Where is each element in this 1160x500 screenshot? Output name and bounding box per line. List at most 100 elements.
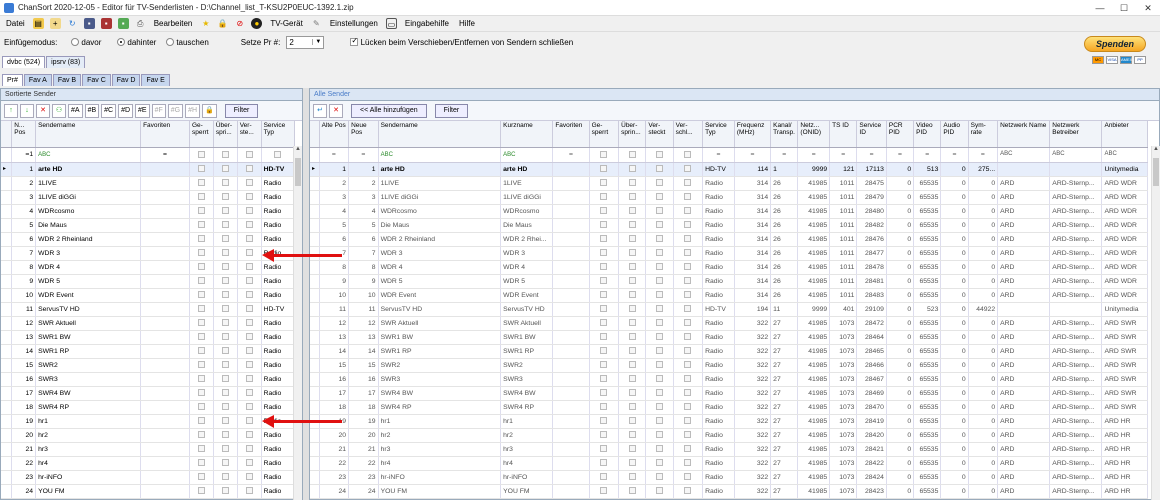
checkbox-cell[interactable] bbox=[213, 302, 238, 317]
radio-after[interactable]: dahinter bbox=[117, 38, 156, 47]
print-icon[interactable]: ⎙ bbox=[135, 18, 146, 29]
checkbox-cell[interactable] bbox=[213, 414, 238, 429]
checkbox-cell[interactable] bbox=[189, 162, 214, 177]
checkbox-cell[interactable] bbox=[645, 344, 674, 359]
checkbox-cell[interactable] bbox=[213, 162, 238, 177]
checkbox-cell[interactable] bbox=[673, 344, 704, 359]
col-hidden[interactable]: Ver- ste... bbox=[237, 121, 262, 148]
monitor-icon[interactable]: ▭ bbox=[385, 18, 397, 29]
table-row[interactable]: 5 Die Maus Radio bbox=[1, 218, 296, 233]
checkbox-cell[interactable] bbox=[673, 274, 704, 289]
checkbox-cell[interactable] bbox=[213, 470, 238, 485]
checkbox-cell[interactable] bbox=[213, 260, 238, 275]
checkbox-cell[interactable] bbox=[673, 218, 704, 233]
fav-e-button[interactable]: #E bbox=[135, 103, 150, 118]
checkbox-cell[interactable] bbox=[189, 176, 214, 191]
checkbox-cell[interactable] bbox=[189, 232, 214, 247]
checkbox-cell[interactable] bbox=[618, 260, 647, 275]
checkbox-cell[interactable] bbox=[618, 358, 647, 373]
checkbox-cell[interactable] bbox=[645, 372, 674, 387]
donate-button[interactable]: Spenden bbox=[1084, 36, 1146, 52]
col-17[interactable]: Audio PID bbox=[940, 121, 969, 148]
right-scrollbar[interactable]: ▲ bbox=[1151, 146, 1160, 500]
col-2[interactable]: Sendername bbox=[378, 121, 502, 148]
table-row[interactable]: 11 ServusTV HD HD-TV bbox=[1, 302, 296, 317]
checkbox-cell[interactable] bbox=[589, 400, 620, 415]
col-new-pos[interactable]: N... Pos bbox=[11, 121, 37, 148]
table-row[interactable]: 18 SWR4 RP Radio bbox=[1, 400, 296, 415]
table-row[interactable]: 19 19 hr1 hr1 Radio 322 27 41985 1073 28419 0 65535… bbox=[310, 414, 1148, 429]
table-row[interactable]: 17 17 SWR4 BW SWR4 BW Radio 322 27 41985 1073 284… bbox=[310, 386, 1148, 401]
checkbox-cell[interactable] bbox=[645, 190, 674, 205]
col-13[interactable]: TS ID bbox=[829, 121, 858, 148]
checkbox-cell[interactable] bbox=[213, 372, 238, 387]
checkbox-cell[interactable] bbox=[618, 400, 647, 415]
checkbox-cell[interactable] bbox=[237, 414, 262, 429]
checkbox-cell[interactable] bbox=[589, 358, 620, 373]
checkbox-cell[interactable] bbox=[618, 316, 647, 331]
menu-input-help[interactable]: Eingabehilfe bbox=[403, 19, 451, 28]
checkbox-cell[interactable] bbox=[673, 246, 704, 261]
col-0[interactable]: Alte Pos bbox=[319, 121, 350, 148]
table-row[interactable]: 13 13 SWR1 BW SWR1 BW Radio 322 27 41985 1073 284… bbox=[310, 330, 1148, 345]
checkbox-cell[interactable] bbox=[237, 176, 262, 191]
table-row[interactable]: 24 24 YOU FM YOU FM Radio 322 27 41985 1073 28423… bbox=[310, 484, 1148, 499]
table-row[interactable]: 9 WDR 5 Radio bbox=[1, 274, 296, 289]
checkbox-cell[interactable] bbox=[673, 428, 704, 443]
checkbox-cell[interactable] bbox=[618, 484, 647, 499]
checkbox-cell[interactable] bbox=[189, 428, 214, 443]
table-row[interactable]: 8 8 WDR 4 WDR 4 Radio 314 26 41985 1011 28478 0 655… bbox=[310, 260, 1148, 275]
col-19[interactable]: Netzwerk Name bbox=[997, 121, 1051, 148]
table-row[interactable]: 6 6 WDR 2 Rheinland WDR 2 Rhei... Radio 314 26… bbox=[310, 232, 1148, 247]
checkbox-cell[interactable] bbox=[673, 358, 704, 373]
checkbox-cell[interactable] bbox=[645, 218, 674, 233]
checkbox-cell[interactable] bbox=[589, 246, 620, 261]
col-12[interactable]: Netz... (ONID) bbox=[797, 121, 831, 148]
checkbox-cell[interactable] bbox=[618, 232, 647, 247]
checkbox-cell[interactable] bbox=[237, 470, 262, 485]
hide-icon[interactable]: ● bbox=[251, 18, 263, 29]
checkbox-cell[interactable] bbox=[237, 400, 262, 415]
table-row[interactable]: 17 SWR4 BW Radio bbox=[1, 386, 296, 401]
menu-settings[interactable]: Einstellungen bbox=[328, 19, 380, 28]
checkbox-cell[interactable] bbox=[213, 204, 238, 219]
checkbox-cell[interactable] bbox=[189, 386, 214, 401]
delete-icon[interactable]: ✕ bbox=[329, 103, 343, 118]
checkbox-cell[interactable] bbox=[673, 288, 704, 303]
table-row[interactable]: 2 2 1LIVE 1LIVE Radio 314 26 41985 1011 28475 0 655… bbox=[310, 176, 1148, 191]
checkbox-cell[interactable] bbox=[618, 344, 647, 359]
checkbox-cell[interactable] bbox=[213, 386, 238, 401]
table-row[interactable]: 21 21 hr3 hr3 Radio 322 27 41985 1073 28421 0 65535… bbox=[310, 442, 1148, 457]
table-row[interactable]: 12 12 SWR Aktuell SWR Aktuell Radio 322 27 4198… bbox=[310, 316, 1148, 331]
checkbox-cell[interactable] bbox=[213, 288, 238, 303]
col-15[interactable]: PCR PID bbox=[886, 121, 915, 148]
checkbox-cell[interactable] bbox=[237, 456, 262, 471]
checkbox-cell[interactable] bbox=[673, 162, 704, 177]
col-20[interactable]: Netzwerk Betreiber bbox=[1049, 121, 1103, 148]
name-filter[interactable]: ABC bbox=[35, 147, 142, 163]
tab-dvbc[interactable]: dvbc (524) bbox=[2, 56, 46, 68]
checkbox-cell[interactable] bbox=[618, 456, 647, 471]
checkbox-cell[interactable] bbox=[618, 414, 647, 429]
open-folder-icon[interactable]: ▤ bbox=[32, 18, 44, 29]
table-row[interactable]: 21 hr3 Radio bbox=[1, 442, 296, 457]
col-3[interactable]: Kurzname bbox=[500, 121, 554, 148]
checkbox-cell[interactable] bbox=[589, 274, 620, 289]
checkbox-cell[interactable] bbox=[189, 246, 214, 261]
col-skipped[interactable]: Über- spri... bbox=[213, 121, 238, 148]
checkbox-cell[interactable] bbox=[673, 316, 704, 331]
table-row[interactable]: 3 1LIVE diGGi Radio bbox=[1, 190, 296, 205]
col-10[interactable]: Frequenz (MHz) bbox=[734, 121, 772, 148]
checkbox-cell[interactable] bbox=[618, 470, 647, 485]
close-gaps-checkbox[interactable]: Lücken beim Verschieben/Entfernen von Se… bbox=[350, 36, 573, 47]
table-row[interactable]: 9 9 WDR 5 WDR 5 Radio 314 26 41985 1011 28481 0 655… bbox=[310, 274, 1148, 289]
menu-tv[interactable]: TV-Gerät bbox=[268, 19, 304, 28]
col-9[interactable]: Service Typ bbox=[702, 121, 735, 148]
checkbox-cell[interactable] bbox=[589, 316, 620, 331]
checkbox-cell[interactable] bbox=[589, 484, 620, 499]
lock-icon[interactable]: 🔒 bbox=[202, 103, 217, 118]
fav-f-button[interactable]: #F bbox=[151, 103, 166, 118]
checkbox-cell[interactable] bbox=[189, 316, 214, 331]
col-service-type[interactable]: Service Typ bbox=[261, 121, 296, 148]
checkbox-cell[interactable] bbox=[645, 302, 674, 317]
